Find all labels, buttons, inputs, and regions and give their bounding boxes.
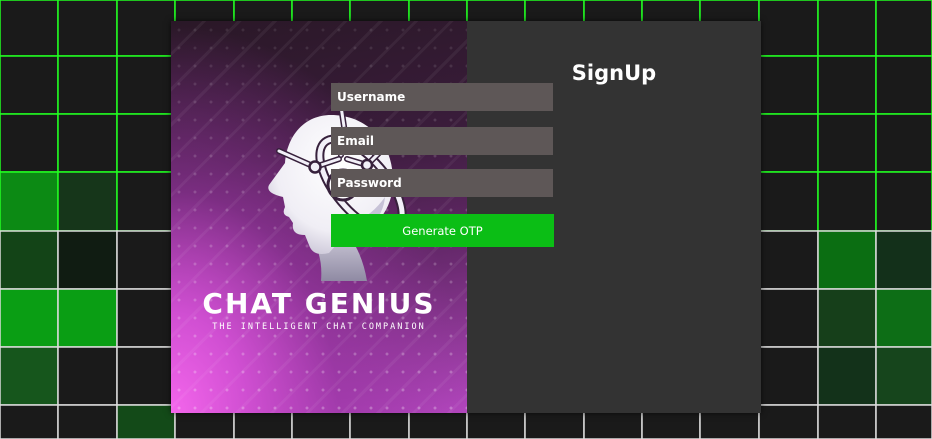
grid-tile — [817, 230, 877, 290]
password-field[interactable] — [331, 169, 553, 197]
grid-tile — [758, 55, 819, 115]
grid-tile — [0, 346, 59, 406]
grid-tile — [817, 55, 877, 115]
grid-tile — [875, 0, 932, 57]
grid-tile — [817, 0, 877, 57]
grid-tile — [0, 0, 59, 57]
grid-tile — [57, 113, 118, 173]
grid-tile — [817, 404, 877, 439]
email-field[interactable] — [331, 127, 553, 155]
form-title: SignUp — [571, 61, 657, 85]
grid-tile — [57, 0, 118, 57]
grid-tile — [758, 0, 819, 57]
grid-tile — [875, 113, 932, 173]
grid-tile — [875, 171, 932, 232]
grid-tile — [758, 113, 819, 173]
grid-tile — [0, 113, 59, 173]
grid-tile — [116, 0, 176, 57]
grid-tile — [57, 230, 118, 290]
grid-tile — [0, 171, 59, 232]
grid-tile — [758, 171, 819, 232]
grid-tile — [116, 55, 176, 115]
grid-tile — [116, 113, 176, 173]
grid-tile — [116, 404, 176, 439]
grid-tile — [758, 288, 819, 348]
grid-tile — [0, 55, 59, 115]
grid-tile — [0, 288, 59, 348]
grid-tile — [758, 346, 819, 406]
grid-tile — [57, 171, 118, 232]
grid-tile — [0, 404, 59, 439]
grid-tile — [817, 171, 877, 232]
grid-tile — [817, 288, 877, 348]
grid-tile — [57, 346, 118, 406]
grid-tile — [116, 288, 176, 348]
generate-otp-button[interactable]: Generate OTP — [331, 214, 554, 247]
grid-tile — [875, 346, 932, 406]
brand-name: CHAT GENIUS — [202, 287, 436, 320]
grid-tile — [875, 230, 932, 290]
grid-tile — [875, 288, 932, 348]
grid-tile — [875, 404, 932, 439]
grid-tile — [116, 346, 176, 406]
grid-tile — [57, 288, 118, 348]
grid-tile — [116, 171, 176, 232]
grid-tile — [116, 230, 176, 290]
username-field[interactable] — [331, 83, 553, 111]
brand-tagline: THE INTELLIGENT CHAT COMPANION — [212, 322, 426, 332]
grid-tile — [817, 346, 877, 406]
grid-tile — [817, 113, 877, 173]
grid-tile — [0, 230, 59, 290]
grid-tile — [758, 230, 819, 290]
grid-tile — [57, 55, 118, 115]
grid-tile — [57, 404, 118, 439]
grid-tile — [758, 404, 819, 439]
grid-tile — [875, 55, 932, 115]
